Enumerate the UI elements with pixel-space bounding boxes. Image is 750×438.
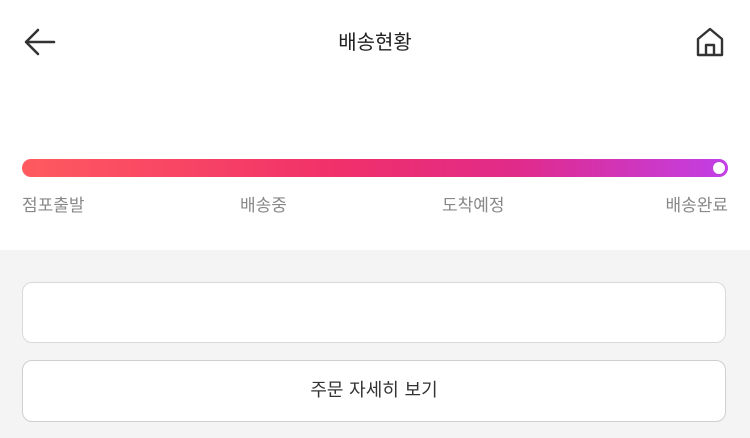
home-icon <box>696 27 724 57</box>
app-header: 배송현황 <box>0 0 750 84</box>
status-panel: 배송현황 점포출발 배송중 도착예정 배송완료 <box>0 0 750 250</box>
delivery-progress-bar <box>22 159 728 177</box>
step-in-delivery: 배송중 <box>240 196 287 216</box>
progress-fill <box>22 159 728 177</box>
progress-marker <box>713 162 725 174</box>
delivery-info-card <box>22 282 726 343</box>
step-store-departure: 점포출발 <box>22 196 85 216</box>
step-delivery-complete: 배송완료 <box>665 196 728 216</box>
step-arrival-expected: 도착예정 <box>442 196 505 216</box>
page-title: 배송현황 <box>338 30 412 54</box>
delivery-status-screen: 배송현황 점포출발 배송중 도착예정 배송완료 주문 자세히 보기 <box>0 0 750 438</box>
order-detail-button[interactable]: 주문 자세히 보기 <box>22 360 726 422</box>
home-button[interactable] <box>690 22 730 62</box>
